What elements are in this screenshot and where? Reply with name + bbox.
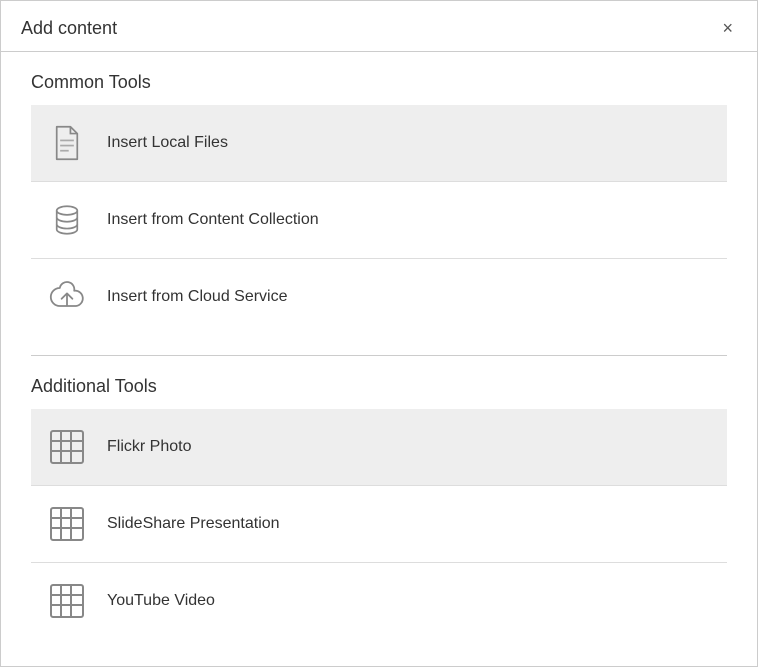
close-button[interactable]: × — [718, 17, 737, 39]
list-item[interactable]: Insert from Cloud Service — [31, 259, 727, 335]
list-item[interactable]: Insert Local Files — [31, 105, 727, 182]
tool-label: SlideShare Presentation — [107, 515, 280, 533]
tool-label: Insert Local Files — [107, 134, 228, 152]
additional-tools-list: Flickr Photo SlideShare Presentation — [31, 409, 727, 639]
common-tools-list: Insert Local Files Insert from Content C… — [31, 105, 727, 335]
tool-label: Flickr Photo — [107, 438, 191, 456]
database-icon — [47, 200, 87, 240]
additional-tools-section: Additional Tools Flickr Photo — [31, 376, 727, 639]
dialog-body: Common Tools Insert Local Files — [1, 52, 757, 666]
file-icon — [47, 123, 87, 163]
tool-label: Insert from Cloud Service — [107, 288, 288, 306]
add-content-dialog: Add content × Common Tools — [0, 0, 758, 667]
section-divider — [31, 355, 727, 356]
dialog-title: Add content — [21, 18, 117, 39]
additional-tools-title: Additional Tools — [31, 376, 727, 397]
list-item[interactable]: SlideShare Presentation — [31, 486, 727, 563]
youtube-icon — [47, 581, 87, 621]
slideshare-icon — [47, 504, 87, 544]
dialog-header: Add content × — [1, 1, 757, 52]
flickr-icon — [47, 427, 87, 467]
list-item[interactable]: Flickr Photo — [31, 409, 727, 486]
tool-label: Insert from Content Collection — [107, 211, 319, 229]
tool-label: YouTube Video — [107, 592, 215, 610]
list-item[interactable]: Insert from Content Collection — [31, 182, 727, 259]
list-item[interactable]: YouTube Video — [31, 563, 727, 639]
common-tools-title: Common Tools — [31, 72, 727, 93]
common-tools-section: Common Tools Insert Local Files — [31, 72, 727, 335]
cloud-icon — [47, 277, 87, 317]
